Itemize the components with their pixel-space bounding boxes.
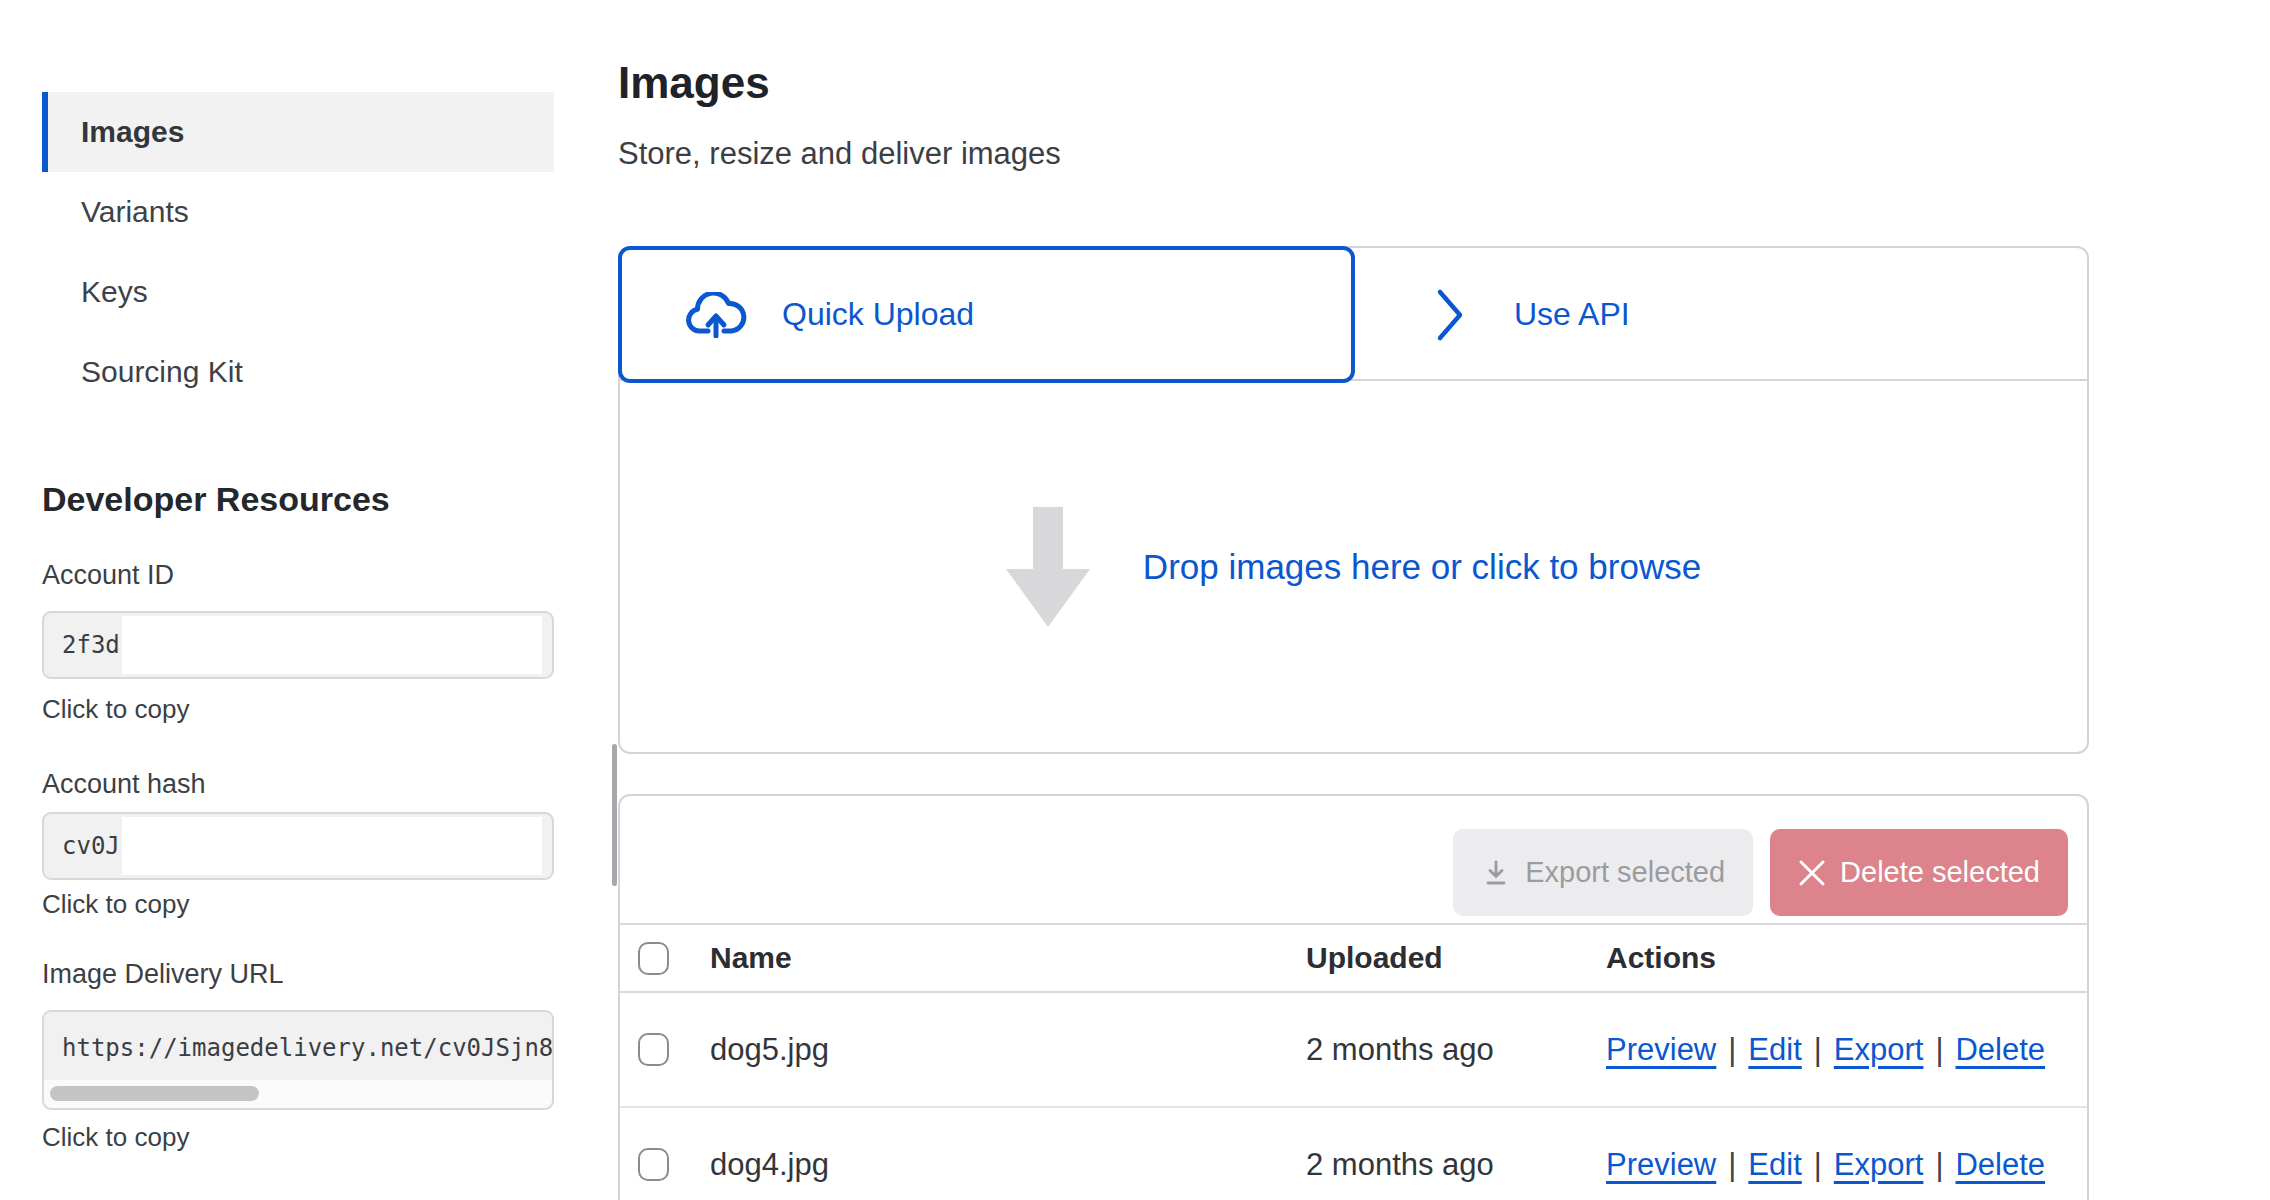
click-to-copy-hint: Click to copy	[42, 694, 189, 725]
sidebar-item-label: Images	[81, 115, 184, 149]
sidebar-item-variants[interactable]: Variants	[42, 172, 554, 252]
separator: |	[1802, 1032, 1834, 1067]
sidebar-item-label: Variants	[81, 195, 189, 229]
delete-selected-button[interactable]: Delete selected	[1770, 829, 2068, 916]
export-selected-button[interactable]: Export selected	[1453, 829, 1753, 916]
redaction-overlay	[122, 616, 542, 674]
account-id-field[interactable]: 2f3d	[42, 611, 554, 679]
dropzone[interactable]: Drop images here or click to browse	[620, 381, 2087, 752]
page-title: Images	[618, 58, 770, 108]
sidebar-item-keys[interactable]: Keys	[42, 252, 554, 332]
cell-uploaded: 2 months ago	[1306, 1032, 1606, 1068]
select-all-checkbox[interactable]	[638, 942, 669, 975]
button-label: Delete selected	[1840, 856, 2040, 889]
chevron-right-icon	[1436, 288, 1464, 342]
separator: |	[1716, 1032, 1748, 1067]
export-link[interactable]: Export	[1834, 1147, 1924, 1182]
account-hash-field[interactable]: cv0J	[42, 812, 554, 880]
account-id-label: Account ID	[42, 560, 174, 591]
account-hash-label: Account hash	[42, 769, 206, 800]
tab-label: Quick Upload	[782, 296, 974, 333]
table-header: Name Uploaded Actions	[620, 923, 2087, 993]
cell-name: dog4.jpg	[710, 1147, 1306, 1183]
page-subtitle: Store, resize and deliver images	[618, 136, 1061, 172]
row-checkbox[interactable]	[638, 1148, 669, 1181]
scrollbar-thumb[interactable]	[50, 1086, 259, 1101]
column-uploaded: Uploaded	[1306, 941, 1606, 975]
dropzone-text: Drop images here or click to browse	[1143, 547, 1701, 587]
sidebar-item-label: Keys	[81, 275, 148, 309]
account-id-value: 2f3d	[62, 631, 120, 659]
upload-panel: Quick Upload Use API Drop images here or…	[618, 246, 2089, 754]
sidebar-item-images[interactable]: Images	[42, 92, 554, 172]
tab-label: Use API	[1514, 296, 1630, 333]
sidebar-nav: Images Variants Keys Sourcing Kit	[42, 92, 554, 412]
sidebar-item-sourcing-kit[interactable]: Sourcing Kit	[42, 332, 554, 412]
tab-quick-upload[interactable]: Quick Upload	[618, 246, 1355, 383]
preview-link[interactable]: Preview	[1606, 1147, 1716, 1182]
delete-link[interactable]: Delete	[1955, 1147, 2045, 1182]
row-checkbox[interactable]	[638, 1033, 669, 1066]
upload-tabs: Quick Upload Use API	[620, 248, 2087, 381]
cell-uploaded: 2 months ago	[1306, 1147, 1606, 1183]
horizontal-scrollbar[interactable]	[44, 1080, 552, 1108]
image-delivery-url-field[interactable]: https://imagedelivery.net/cv0JSjn80	[42, 1010, 554, 1110]
delete-link[interactable]: Delete	[1955, 1032, 2045, 1067]
cloud-upload-icon	[684, 292, 748, 338]
separator: |	[1802, 1147, 1834, 1182]
button-label: Export selected	[1525, 856, 1725, 889]
column-actions: Actions	[1606, 941, 2087, 975]
developer-resources-heading: Developer Resources	[42, 480, 390, 519]
separator: |	[1716, 1147, 1748, 1182]
export-link[interactable]: Export	[1834, 1032, 1924, 1067]
cell-name: dog5.jpg	[710, 1032, 1306, 1068]
bulk-actions-row: Export selected Delete selected	[620, 796, 2087, 923]
sidebar-scrollbar-thumb[interactable]	[612, 744, 617, 886]
click-to-copy-hint: Click to copy	[42, 889, 189, 920]
table-row: dog5.jpg 2 months ago Preview|Edit|Expor…	[620, 993, 2087, 1108]
account-hash-value: cv0J	[62, 832, 120, 860]
separator: |	[1923, 1147, 1955, 1182]
preview-link[interactable]: Preview	[1606, 1032, 1716, 1067]
cell-actions: Preview|Edit|Export|Delete	[1606, 1032, 2087, 1068]
download-icon	[1481, 858, 1511, 888]
table-row: dog4.jpg 2 months ago Preview|Edit|Expor…	[620, 1108, 2087, 1200]
edit-link[interactable]: Edit	[1748, 1147, 1801, 1182]
redaction-overlay	[122, 817, 542, 875]
image-delivery-url-label: Image Delivery URL	[42, 959, 284, 990]
x-icon	[1798, 859, 1826, 887]
separator: |	[1923, 1032, 1955, 1067]
click-to-copy-hint: Click to copy	[42, 1122, 189, 1153]
cell-actions: Preview|Edit|Export|Delete	[1606, 1147, 2087, 1183]
images-table-panel: Export selected Delete selected Name Upl…	[618, 794, 2089, 1200]
image-delivery-url-value: https://imagedelivery.net/cv0JSjn80	[62, 1034, 554, 1062]
edit-link[interactable]: Edit	[1748, 1032, 1801, 1067]
tab-use-api[interactable]: Use API	[1357, 248, 2087, 381]
sidebar-item-label: Sourcing Kit	[81, 355, 243, 389]
sidebar: Images Variants Keys Sourcing Kit Develo…	[42, 0, 554, 1200]
column-name: Name	[710, 941, 1306, 975]
down-arrow-icon	[1006, 507, 1090, 627]
